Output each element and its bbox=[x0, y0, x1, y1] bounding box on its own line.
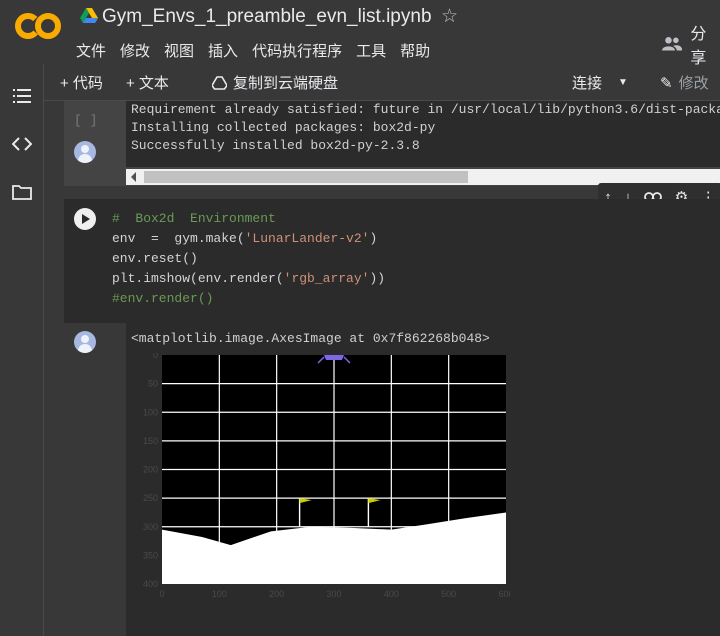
y-tick-label: 250 bbox=[143, 493, 158, 503]
output-avatar-icon bbox=[74, 141, 96, 163]
rendered-image-plot: 0 100 200 300 400 500 600 0 50 100 150 200 250 300 350… bbox=[143, 353, 510, 599]
code-string: 'LunarLander-v2' bbox=[244, 231, 370, 246]
pencil-icon: ✎ bbox=[660, 74, 673, 92]
menu-view[interactable]: 视图 bbox=[164, 40, 194, 61]
x-tick-label: 300 bbox=[326, 589, 341, 599]
connect-label: 连接 bbox=[572, 75, 603, 92]
menu-file[interactable]: 文件 bbox=[76, 40, 106, 61]
notebook-title[interactable]: Gym_Envs_1_preamble_evn_list.ipynb bbox=[102, 6, 432, 28]
menu-help[interactable]: 帮助 bbox=[400, 40, 430, 61]
code-string: 'rgb_array' bbox=[283, 271, 370, 286]
share-button[interactable]: 分享 bbox=[662, 20, 720, 68]
connect-dropdown-icon[interactable]: ▼ bbox=[618, 77, 628, 88]
code-token: plt.imshow(env.render( bbox=[112, 271, 284, 286]
output-repr: <matplotlib.image.AxesImage at 0x7f86226… bbox=[131, 331, 490, 346]
menu-bar: 文件 修改 视图 插入 代码执行程序 工具 帮助 bbox=[76, 40, 430, 61]
x-tick-label: 0 bbox=[159, 589, 164, 599]
output-line: Successfully installed box2d-py-2.3.8 bbox=[131, 138, 420, 153]
code-token: )) bbox=[369, 271, 386, 286]
scroll-left-icon[interactable] bbox=[131, 172, 136, 182]
code-snippets-icon[interactable] bbox=[12, 134, 32, 154]
lander-body bbox=[324, 355, 344, 360]
cell-execution-bracket[interactable]: [ ] bbox=[74, 113, 97, 128]
x-tick-label: 100 bbox=[212, 589, 227, 599]
y-tick-label: 0 bbox=[153, 353, 158, 360]
run-cell-button[interactable] bbox=[74, 208, 96, 230]
people-icon bbox=[662, 37, 683, 51]
y-tick-label: 50 bbox=[148, 379, 158, 389]
add-code-button[interactable]: + 代码 bbox=[60, 72, 103, 93]
edit-label: 修改 bbox=[678, 75, 709, 92]
colab-logo[interactable] bbox=[14, 10, 62, 42]
scrollbar-thumb[interactable] bbox=[144, 171, 468, 183]
menu-insert[interactable]: 插入 bbox=[208, 40, 238, 61]
code-line: plt.imshow(env.render('rgb_array')) bbox=[112, 269, 385, 289]
y-tick-label: 350 bbox=[143, 550, 158, 560]
code-comment: #env.render() bbox=[112, 291, 214, 306]
notebook-area[interactable]: [ ] Requirement already satisfied: futur… bbox=[44, 101, 720, 636]
code-token: env = gym.make( bbox=[112, 231, 245, 246]
y-tick-label: 300 bbox=[143, 522, 158, 532]
menu-tools[interactable]: 工具 bbox=[356, 40, 386, 61]
copy-to-drive-label: 复制到云端硬盘 bbox=[233, 75, 339, 92]
code-token: ) bbox=[369, 231, 378, 246]
folder-icon[interactable] bbox=[12, 182, 32, 202]
output-avatar-icon bbox=[74, 331, 96, 353]
cell-output-area: <matplotlib.image.AxesImage at 0x7f86226… bbox=[64, 323, 720, 636]
code-cell-lunarlander[interactable]: # Box2d Environment env = gym.make('Lunar… bbox=[64, 199, 720, 636]
notebook-toolbar: + 代码 + 文本 复制到云端硬盘 连接 ▼ ✎ 修改 bbox=[0, 64, 720, 100]
star-icon[interactable]: ☆ bbox=[441, 5, 458, 28]
code-cell-install[interactable]: [ ] Requirement already satisfied: futur… bbox=[64, 101, 720, 186]
y-tick-label: 100 bbox=[143, 407, 158, 417]
output-line: Installing collected packages: box2d-py bbox=[131, 120, 436, 135]
output-line: Requirement already satisfied: future in… bbox=[131, 102, 720, 117]
code-line: env.reset() bbox=[112, 251, 198, 266]
menu-runtime[interactable]: 代码执行程序 bbox=[252, 40, 342, 61]
y-tick-label: 400 bbox=[143, 579, 158, 589]
x-tick-label: 400 bbox=[384, 589, 399, 599]
code-line: env = gym.make('LunarLander-v2') bbox=[112, 229, 385, 249]
edit-button[interactable]: ✎ 修改 bbox=[660, 72, 709, 93]
drive-outline-icon bbox=[212, 75, 227, 90]
output-content: <matplotlib.image.AxesImage at 0x7f86226… bbox=[126, 323, 720, 636]
x-tick-label: 600 bbox=[498, 589, 510, 599]
menu-edit[interactable]: 修改 bbox=[120, 40, 150, 61]
left-sidebar bbox=[0, 64, 44, 636]
drive-icon bbox=[80, 8, 98, 23]
code-editor[interactable]: # Box2d Environment env = gym.make('Lunar… bbox=[64, 199, 720, 323]
table-of-contents-icon[interactable] bbox=[12, 86, 32, 106]
code-text[interactable]: # Box2d Environment env = gym.make('Lunar… bbox=[112, 209, 385, 309]
y-tick-label: 200 bbox=[143, 465, 158, 475]
connect-button[interactable]: 连接 ▼ bbox=[572, 72, 628, 93]
top-bar: Gym_Envs_1_preamble_evn_list.ipynb ☆ 文件 … bbox=[0, 0, 720, 67]
y-tick-label: 150 bbox=[143, 436, 158, 446]
x-tick-label: 200 bbox=[269, 589, 284, 599]
x-tick-label: 500 bbox=[441, 589, 456, 599]
code-comment: # Box2d Environment bbox=[112, 211, 276, 226]
share-label: 分享 bbox=[690, 26, 707, 67]
add-text-button[interactable]: + 文本 bbox=[126, 72, 169, 93]
copy-to-drive-button[interactable]: 复制到云端硬盘 bbox=[212, 72, 338, 93]
cell-output: Requirement already satisfied: future in… bbox=[126, 101, 720, 167]
